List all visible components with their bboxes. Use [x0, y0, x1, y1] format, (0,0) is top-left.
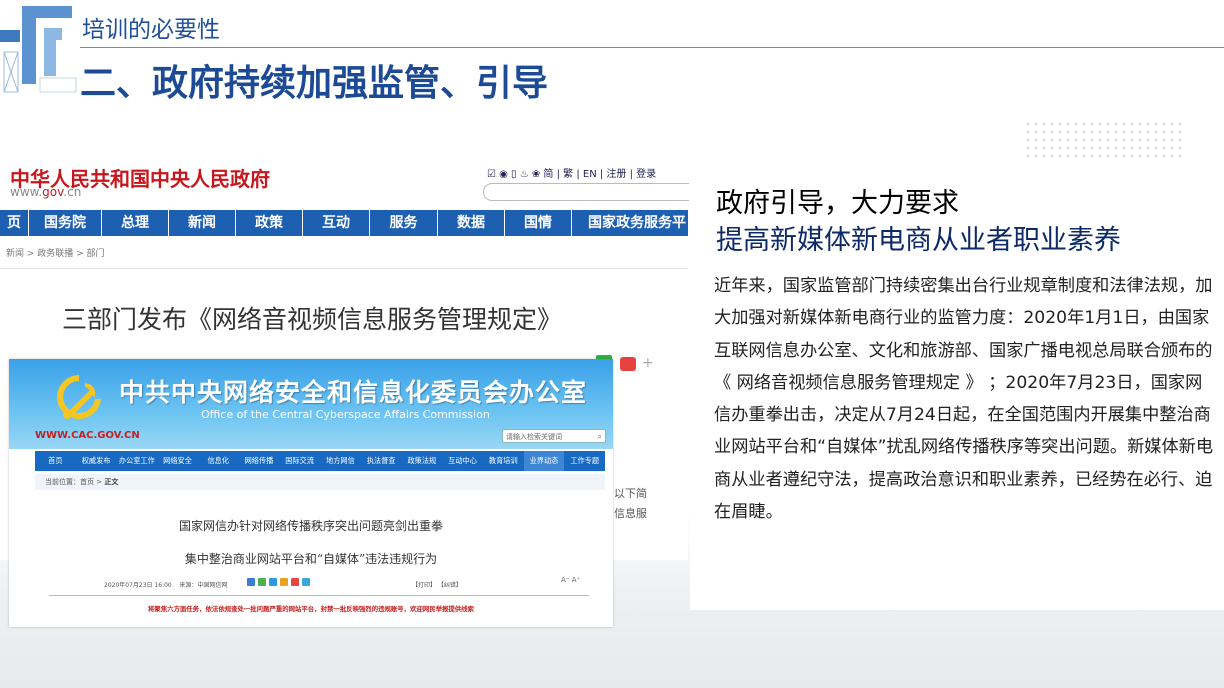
share-icon[interactable]	[247, 578, 255, 586]
cac-nav-item[interactable]: 执法督查	[361, 451, 402, 471]
cac-site-title: 中共中央网络安全和信息化委员会办公室	[119, 378, 588, 407]
gov-nav-item[interactable]: 数据	[438, 210, 505, 236]
gov-nav-item[interactable]: 服务	[370, 210, 438, 236]
party-emblem-icon	[57, 375, 101, 419]
cac-nav-item[interactable]: 教育培训	[483, 451, 524, 471]
cac-divider	[49, 595, 589, 596]
header-divider	[80, 47, 1224, 48]
gov-nav-item[interactable]: 国家政务服务平	[572, 210, 702, 236]
gov-divider	[0, 268, 688, 269]
cac-article-headline: 国家网信办针对网络传播秩序突出问题亮剑出重拳	[178, 519, 443, 533]
logo-icon	[0, 6, 77, 93]
more-icon[interactable]	[302, 578, 310, 586]
cac-nav-item[interactable]: 办公室工作	[116, 451, 157, 471]
gov-toolbar-links[interactable]: ☑ ◉ ▯ ♨ ❀ 简 | 繁 | EN | 注册 | 登录	[487, 165, 656, 180]
cac-nav-item-active[interactable]: 业界动态	[523, 451, 565, 471]
cac-nav-item[interactable]: 网络传播	[239, 451, 280, 471]
cac-article-summary: 将聚焦六方面任务，依法依规查处一批问题严重的网站平台，封禁一批反映强烈的违规账号…	[148, 605, 474, 613]
more-share-icon[interactable]: +	[642, 355, 654, 371]
gov-nav-item[interactable]: 政策	[236, 210, 303, 236]
gov-nav-item[interactable]: 页	[0, 210, 29, 236]
gov-site-url: www.gov.cn	[10, 185, 82, 199]
gov-breadcrumb[interactable]: 新闻 > 政务联播 > 部门	[6, 246, 105, 259]
cac-article-subheadline: 集中整治商业网站平台和“自媒体”违法违规行为	[184, 552, 438, 566]
cac-nav-item[interactable]: 网络安全	[157, 451, 198, 471]
cac-print-links[interactable]: 【打印】 【纠错】	[412, 580, 462, 589]
section-subtitle: 培训的必要性	[82, 17, 220, 43]
gov-search-input[interactable]	[483, 183, 689, 201]
cac-search-input[interactable]: 请输入检索关键词 ⌕	[502, 429, 606, 443]
gov-nav-bar: 页 国务院 总理 新闻 政策 互动 服务 数据 国情 国家政务服务平	[0, 210, 688, 236]
panel-heading-line2: 提高新媒体新电商从业者职业素养	[716, 225, 1121, 256]
gov-nav-item[interactable]: 新闻	[169, 210, 236, 236]
cac-nav-item[interactable]: 地方网信	[320, 451, 361, 471]
cac-site-title-en: Office of the Central Cyberspace Affairs…	[201, 408, 490, 421]
cac-share-icons[interactable]	[247, 578, 310, 586]
wechat-icon[interactable]	[258, 578, 266, 586]
weibo-icon[interactable]	[291, 578, 299, 586]
cac-website-screenshot: 中共中央网络安全和信息化委员会办公室 Office of the Central…	[9, 359, 613, 627]
weibo-share-icon[interactable]	[620, 357, 636, 371]
font-size-toggle[interactable]: A⁻ A⁺	[561, 576, 580, 584]
cac-nav-item[interactable]: 政策法规	[401, 451, 442, 471]
gov-nav-item[interactable]: 互动	[303, 210, 370, 236]
cac-nav-item[interactable]: 工作专题	[564, 451, 605, 471]
gov-nav-item[interactable]: 国情	[505, 210, 572, 236]
cac-site-url[interactable]: WWW.CAC.GOV.CN	[35, 430, 140, 441]
cac-breadcrumb[interactable]: 当前位置：首页 > 正文	[35, 474, 605, 490]
cac-nav-item[interactable]: 互动中心	[442, 451, 483, 471]
gov-article-snippet: 以下简 信息服	[614, 487, 647, 520]
cac-nav-item[interactable]: 权威发布	[76, 451, 117, 471]
gov-nav-item[interactable]: 总理	[102, 210, 169, 236]
cac-nav-bar: 首页 权威发布 办公室工作 网络安全 信息化 网络传播 国际交流 地方网信 执法…	[35, 451, 605, 471]
cac-nav-item[interactable]: 国际交流	[279, 451, 320, 471]
cac-nav-item[interactable]: 信息化	[198, 451, 239, 471]
cac-article-meta: 2020年07月23日 16:00 来源：中国网信网	[104, 582, 228, 589]
slide-title: 二、政府持续加强监管、引导	[80, 63, 549, 104]
qq-icon[interactable]	[269, 578, 277, 586]
panel-body-text: 近年来，国家监管部门持续密集出台行业规章制度和法律法规，加大加强对新媒体新电商行…	[714, 276, 1214, 523]
gov-article-headline: 三部门发布《网络音视频信息服务管理规定》	[62, 305, 563, 334]
gov-nav-item[interactable]: 国务院	[29, 210, 102, 236]
panel-heading-line1: 政府引导，大力要求	[716, 188, 959, 219]
search-icon[interactable]: ⌕	[598, 430, 602, 444]
cac-nav-item[interactable]: 首页	[35, 451, 76, 471]
qzone-icon[interactable]	[280, 578, 288, 586]
